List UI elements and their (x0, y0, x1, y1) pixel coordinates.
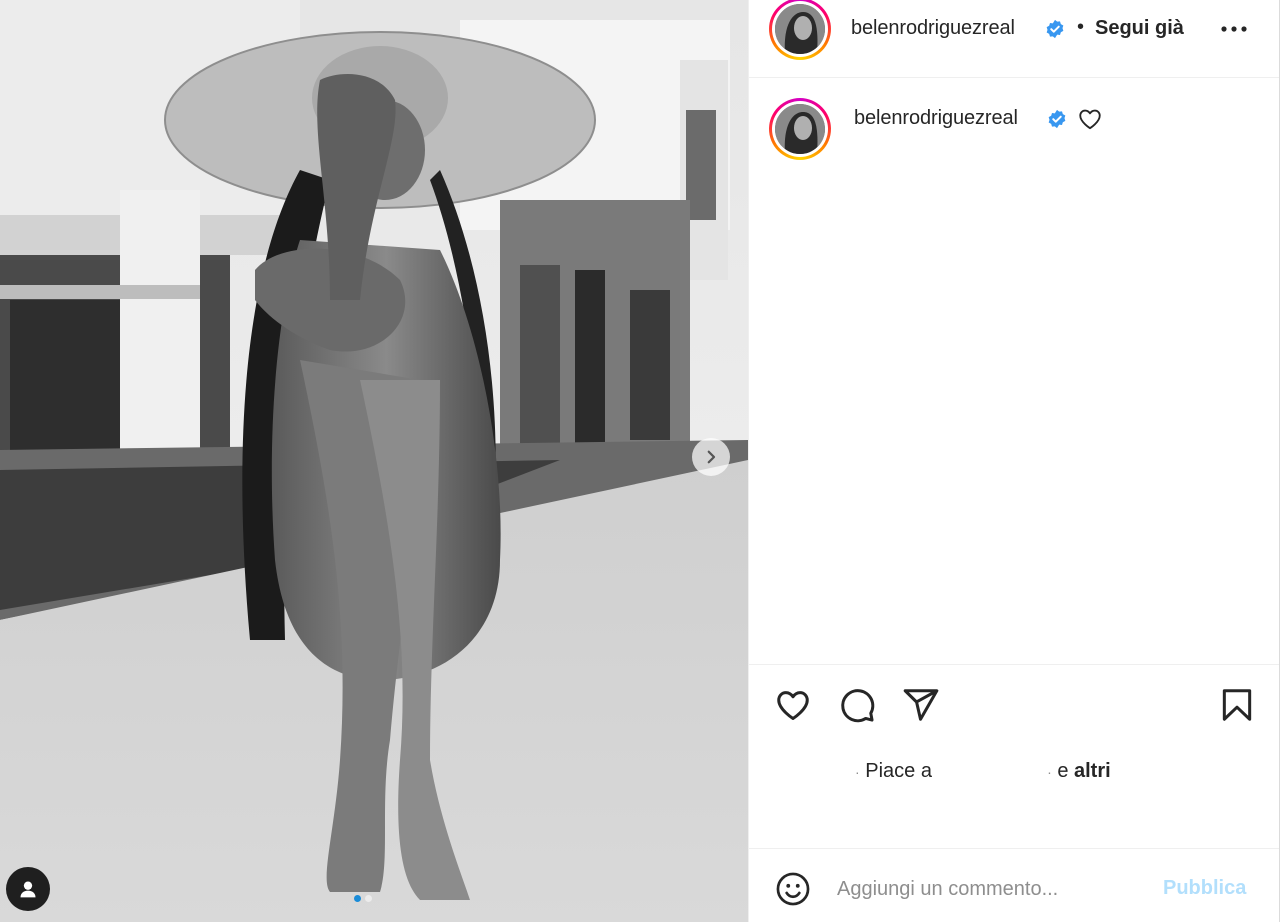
caption-author-username[interactable]: belenrodriguezreal (854, 107, 1018, 130)
more-horizontal-icon (1221, 26, 1247, 32)
post-photo[interactable] (0, 0, 748, 922)
paper-plane-icon (903, 689, 939, 721)
likes-dot: · (1047, 764, 1052, 780)
likes-prefix: Piace a (865, 760, 932, 782)
header-separator: • (1077, 16, 1085, 38)
next-photo-button[interactable] (692, 438, 730, 476)
comment-button[interactable] (837, 685, 877, 725)
carousel-dot-active (354, 895, 361, 902)
carousel-indicator (354, 895, 372, 902)
likes-others-link[interactable]: altri (1074, 760, 1111, 782)
carousel-dot (365, 895, 372, 902)
save-button[interactable] (1217, 685, 1257, 725)
likes-summary: · Piace a · e altri (855, 760, 1111, 783)
user-tags-button[interactable] (6, 867, 50, 911)
author-avatar[interactable] (769, 0, 831, 60)
post-details-panel: belenrodriguezreal • Segui già belenrodr… (748, 0, 1280, 922)
caption-like-heart-icon[interactable] (1077, 106, 1103, 132)
bookmark-icon (1222, 689, 1252, 721)
author-username[interactable]: belenrodriguezreal (851, 17, 1015, 40)
more-options-button[interactable] (1219, 17, 1249, 41)
avatar-photo (775, 4, 825, 54)
post-actions: · Piace a · e altri (749, 664, 1279, 848)
share-button[interactable] (901, 685, 941, 725)
like-button[interactable] (773, 685, 813, 725)
user-tag-icon (20, 881, 36, 898)
caption-author-avatar[interactable] (769, 98, 831, 160)
comment-icon (841, 689, 875, 723)
avatar-photo (775, 104, 825, 154)
publish-button[interactable]: Pubblica (1163, 877, 1246, 900)
smiley-icon (776, 872, 810, 906)
add-comment-bar: Pubblica (749, 848, 1279, 922)
chevron-right-icon (707, 450, 716, 464)
post-image (0, 0, 748, 922)
likes-joiner: e (1057, 760, 1069, 782)
likes-dot: · (855, 764, 860, 780)
following-button[interactable]: Segui già (1095, 17, 1184, 40)
verified-badge-icon (1046, 19, 1064, 39)
post-header: belenrodriguezreal • Segui già (749, 0, 1279, 78)
emoji-button[interactable] (773, 869, 813, 909)
verified-badge-icon (1048, 109, 1066, 129)
heart-icon (777, 691, 809, 720)
comment-input[interactable] (837, 871, 1157, 907)
